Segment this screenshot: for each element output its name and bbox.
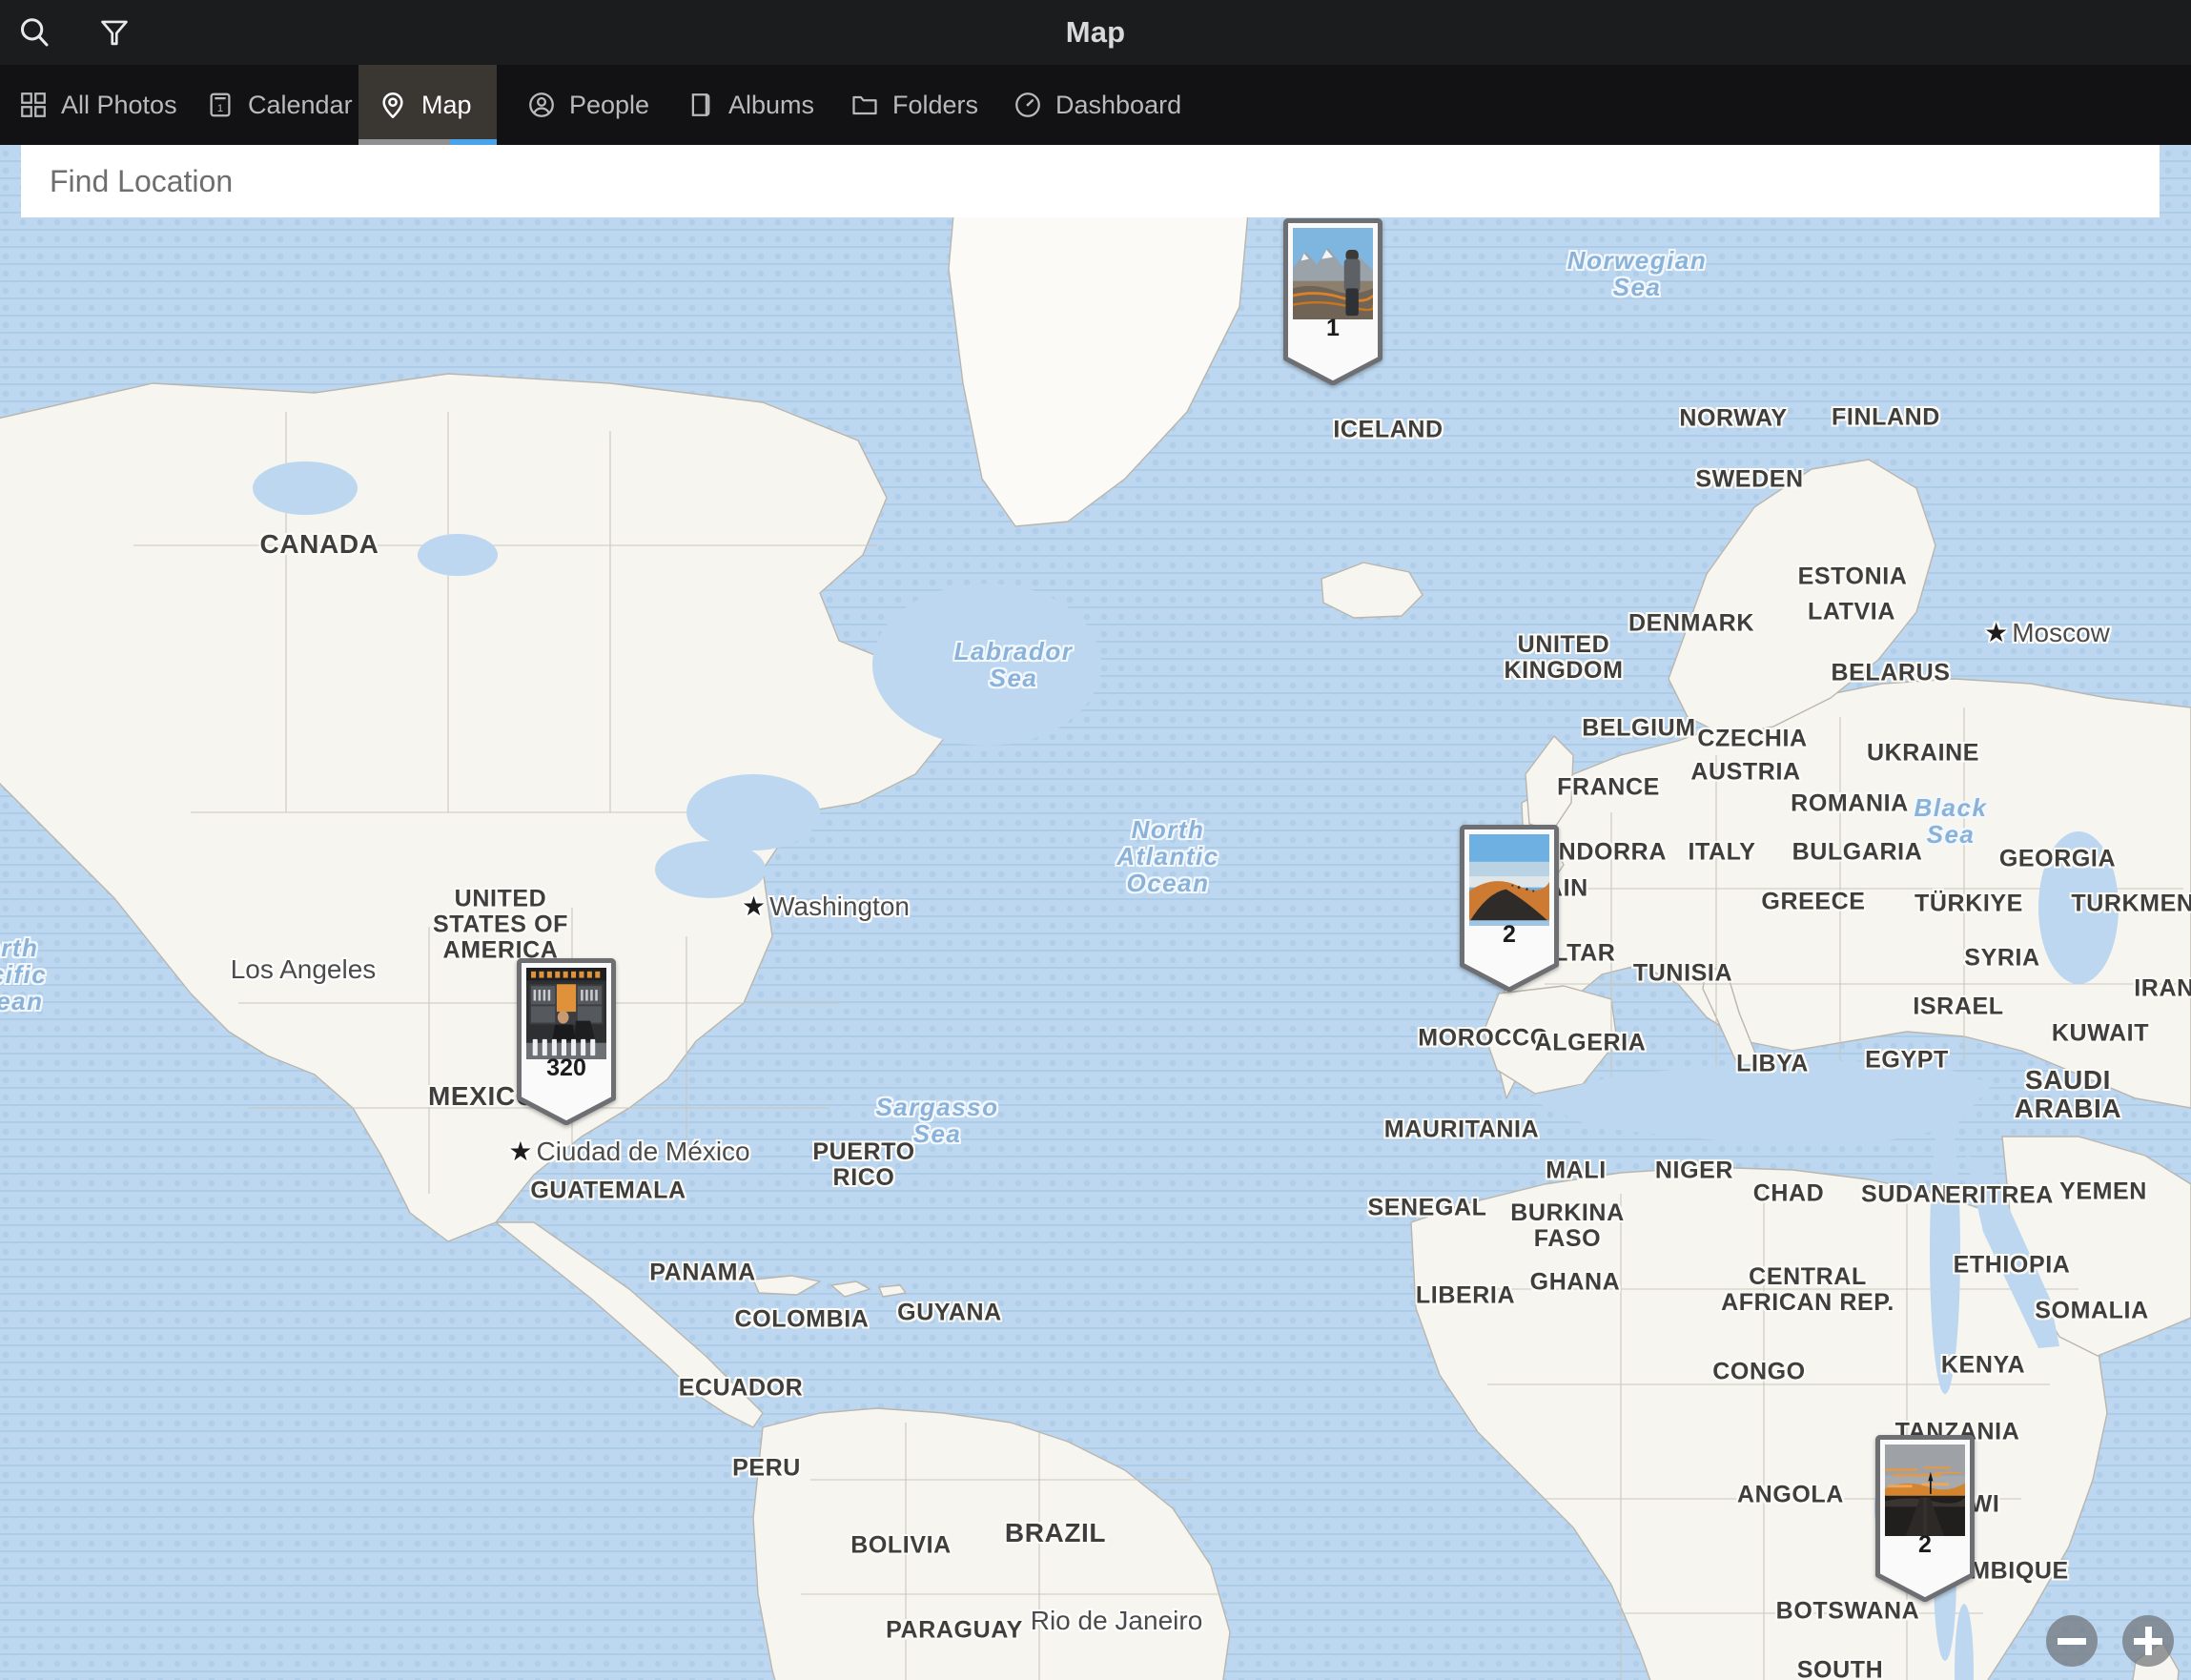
svg-text:1: 1 (217, 103, 223, 114)
gauge-icon (1014, 91, 1042, 119)
person-icon (527, 91, 556, 119)
page-title: Map (1065, 15, 1126, 49)
grid-icon (19, 91, 48, 119)
marker-thumbnail (1885, 1444, 1965, 1536)
nav-tab-label: People (569, 90, 650, 119)
marker-tail (1460, 950, 1559, 992)
nav-tab-label: Folders (892, 90, 979, 119)
land-layer (0, 145, 2191, 1680)
titlebar-tools (0, 11, 135, 53)
photo-marker[interactable]: 2 (1460, 825, 1559, 992)
calendar-icon: 1 (206, 91, 235, 119)
nav-tab-folders[interactable]: Folders (831, 65, 997, 145)
marker-thumbnail (1293, 228, 1373, 319)
nav-tab-label: Calendar (248, 90, 353, 119)
zoom-controls (2046, 1615, 2174, 1667)
map-pin-icon (378, 90, 408, 120)
nav-tab-calendar[interactable]: 1 Calendar (187, 65, 372, 145)
marker-shield: 320 (517, 958, 616, 1084)
search-bar[interactable] (21, 145, 2160, 217)
photo-marker[interactable]: 1 (1283, 218, 1382, 385)
marker-thumbnail (526, 968, 606, 1059)
photo-marker[interactable]: 2 (1875, 1435, 1975, 1602)
nav-tab-label: Map (421, 90, 472, 119)
album-icon (686, 91, 715, 119)
zoom-in-button[interactable] (2122, 1615, 2174, 1667)
map-canvas[interactable]: CANADA UNITED STATES OF AMERICA MEXICO GUAT… (0, 145, 2191, 1680)
nav-tab-dashboard[interactable]: Dashboard (994, 65, 1200, 145)
search-input[interactable] (21, 145, 2160, 217)
marker-shield: 2 (1460, 825, 1559, 951)
zoom-out-button[interactable] (2046, 1615, 2098, 1667)
marker-count: 2 (1918, 1531, 1932, 1558)
search-icon[interactable] (13, 11, 55, 53)
marker-tail (517, 1083, 616, 1125)
nav-tab-map[interactable]: Map (358, 65, 497, 145)
nav-tab-label: Dashboard (1055, 90, 1182, 119)
marker-count: 320 (546, 1055, 586, 1081)
marker-tail (1875, 1560, 1975, 1602)
marker-shield: 2 (1875, 1435, 1975, 1561)
photo-marker[interactable]: 320 (517, 958, 616, 1125)
marker-thumbnail (1469, 834, 1549, 926)
marker-shield: 1 (1283, 218, 1382, 344)
nav-tab-label: Albums (728, 90, 815, 119)
marker-count: 2 (1503, 921, 1516, 948)
main-nav: All Photos 1 Calendar Map People Albums … (0, 65, 2191, 145)
folder-icon (850, 91, 879, 119)
nav-tab-all-photos[interactable]: All Photos (0, 65, 196, 145)
marker-tail (1283, 343, 1382, 385)
nav-tab-albums[interactable]: Albums (667, 65, 833, 145)
marker-count: 1 (1326, 315, 1340, 341)
filter-icon[interactable] (93, 11, 135, 53)
nav-tab-label: All Photos (61, 90, 177, 119)
nav-tab-people[interactable]: People (508, 65, 668, 145)
title-bar: Map (0, 0, 2191, 65)
